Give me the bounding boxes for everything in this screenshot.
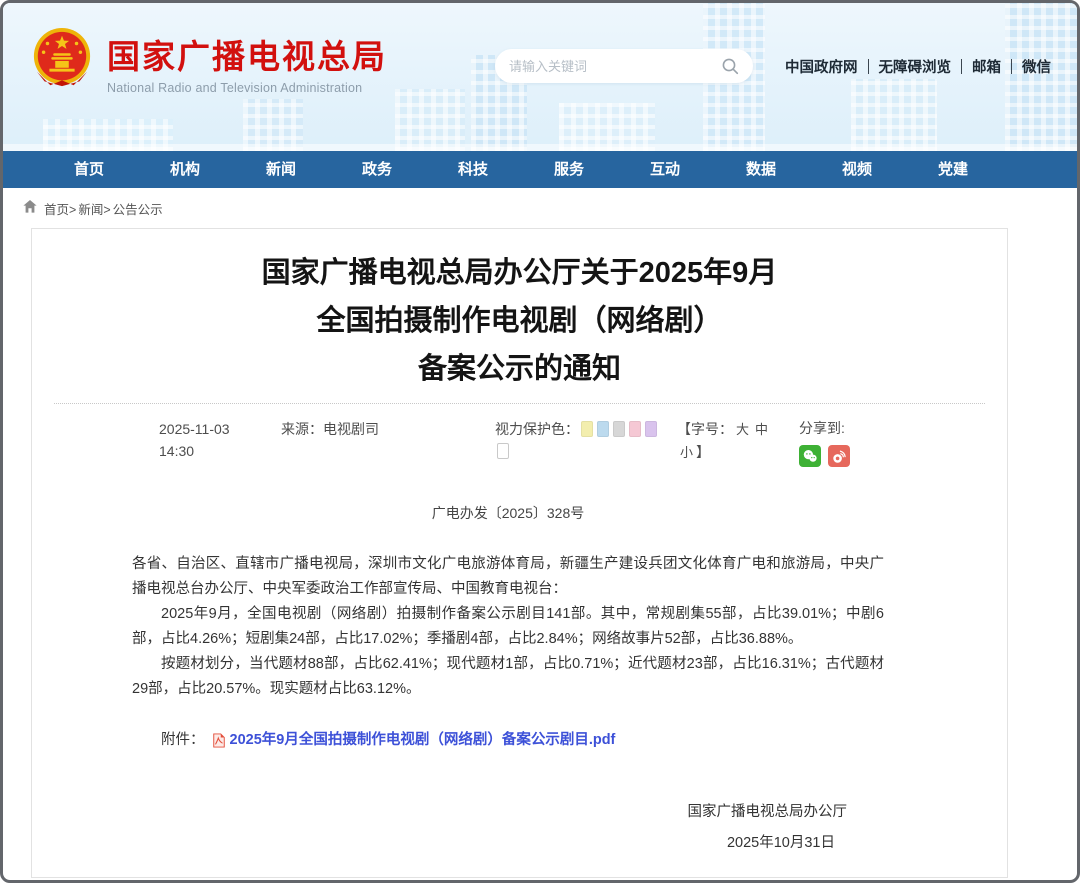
nav-item-2[interactable]: 机构 bbox=[137, 151, 233, 188]
breadcrumb-item-3: 公告公示 bbox=[113, 203, 163, 217]
search-box[interactable] bbox=[495, 49, 753, 83]
font-size-option-2[interactable]: 中 bbox=[755, 422, 768, 437]
eye-color-swatch-3[interactable] bbox=[613, 421, 625, 437]
publish-date: 2025-11-03 14:30 bbox=[159, 418, 231, 467]
pdf-icon bbox=[212, 733, 226, 748]
signature-date: 2025年10月31日 bbox=[132, 828, 847, 859]
nav-item-6[interactable]: 服务 bbox=[521, 151, 617, 188]
attachment-link[interactable]: 2025年9月全国拍摄制作电视剧（网络剧）备案公示剧目.pdf bbox=[230, 728, 616, 753]
breadcrumb-items: 首页>新闻>公告公示 bbox=[44, 199, 165, 218]
national-emblem-logo bbox=[31, 27, 93, 98]
article-title-line-1: 国家广播电视总局办公厅关于2025年9月 bbox=[72, 249, 967, 297]
article-paragraph-3: 按题材划分，当代题材88部，占比62.41%；现代题材1部，占比0.71%；近代… bbox=[132, 652, 884, 702]
eye-color-swatch-5[interactable] bbox=[645, 421, 657, 437]
top-link-3[interactable]: 邮箱 bbox=[972, 56, 1001, 77]
search-icon[interactable] bbox=[721, 57, 739, 75]
article-title-line-2: 全国拍摄制作电视剧（网络剧） bbox=[72, 297, 967, 345]
home-icon[interactable] bbox=[23, 200, 37, 216]
document-number: 广电办发〔2025〕328号 bbox=[132, 501, 884, 526]
main-nav: 首页机构新闻政务科技服务互动数据视频党建 bbox=[3, 151, 1077, 188]
site-brand[interactable]: 国家广播电视总局 National Radio and Television A… bbox=[31, 27, 387, 98]
nav-item-7[interactable]: 互动 bbox=[617, 151, 713, 188]
article-card: 国家广播电视总局办公厅关于2025年9月全国拍摄制作电视剧（网络剧）备案公示的通… bbox=[31, 228, 1008, 878]
browser-frame: 国家广播电视总局 National Radio and Television A… bbox=[0, 0, 1080, 883]
site-header: 国家广播电视总局 National Radio and Television A… bbox=[3, 3, 1077, 151]
font-size-option-1[interactable]: 大 bbox=[736, 422, 749, 437]
site-title: 国家广播电视总局 bbox=[107, 30, 387, 78]
attachment-label: 附件： bbox=[161, 728, 205, 753]
eye-color-swatch-2[interactable] bbox=[597, 421, 609, 437]
nav-item-1[interactable]: 首页 bbox=[41, 151, 137, 188]
article-title: 国家广播电视总局办公厅关于2025年9月全国拍摄制作电视剧（网络剧）备案公示的通… bbox=[72, 249, 967, 393]
divider bbox=[1011, 59, 1012, 74]
eye-color-swatch-4[interactable] bbox=[629, 421, 641, 437]
signature-org: 国家广播电视总局办公厅 bbox=[132, 797, 847, 828]
divider bbox=[868, 59, 869, 74]
eye-protection-label: 视力保护色： bbox=[495, 421, 579, 437]
breadcrumb: 首页>新闻>公告公示 bbox=[3, 188, 1077, 228]
breadcrumb-item-1[interactable]: 首页> bbox=[44, 203, 76, 217]
nav-item-8[interactable]: 数据 bbox=[713, 151, 809, 188]
header-decoration bbox=[3, 144, 1077, 151]
top-link-2[interactable]: 无障碍浏览 bbox=[879, 56, 952, 77]
eye-color-swatch-6[interactable] bbox=[497, 443, 509, 459]
nav-item-3[interactable]: 新闻 bbox=[233, 151, 329, 188]
search-input[interactable] bbox=[509, 59, 721, 74]
article-paragraph-2: 2025年9月，全国电视剧（网络剧）拍摄制作备案公示剧目141部。其中，常规剧集… bbox=[132, 602, 884, 652]
header-decoration bbox=[851, 79, 937, 151]
nav-item-10[interactable]: 党建 bbox=[905, 151, 1001, 188]
divider bbox=[961, 59, 962, 74]
article-body: 广电办发〔2025〕328号 各省、自治区、直辖市广播电视局，深圳市文化广电旅游… bbox=[32, 501, 1007, 859]
top-links: 中国政府网无障碍浏览邮箱微信 bbox=[785, 56, 1051, 77]
top-link-4[interactable]: 微信 bbox=[1022, 56, 1051, 77]
share-control: 分享到: bbox=[799, 418, 850, 467]
article-paragraph-1: 各省、自治区、直辖市广播电视局，深圳市文化广电旅游体育局，新疆生产建设兵团文化体… bbox=[132, 552, 884, 602]
header-decoration bbox=[1005, 3, 1077, 151]
header-decoration bbox=[395, 89, 465, 151]
top-link-1[interactable]: 中国政府网 bbox=[785, 56, 858, 77]
nav-item-5[interactable]: 科技 bbox=[425, 151, 521, 188]
article-meta: 2025-11-03 14:30 来源：电视剧司 视力保护色： 【字号：大中小】… bbox=[32, 404, 1007, 467]
font-size-option-3[interactable]: 小 bbox=[680, 445, 693, 460]
brand-text: 国家广播电视总局 National Radio and Television A… bbox=[107, 30, 387, 95]
article-title-line-3: 备案公示的通知 bbox=[72, 345, 967, 393]
font-size-prefix: 【字号： bbox=[677, 421, 733, 437]
eye-protection-control: 视力保护色： bbox=[495, 418, 667, 467]
breadcrumb-item-2[interactable]: 新闻> bbox=[78, 203, 110, 217]
article-source: 来源：电视剧司 bbox=[281, 418, 433, 467]
site-subtitle: National Radio and Television Administra… bbox=[107, 81, 387, 95]
nav-item-9[interactable]: 视频 bbox=[809, 151, 905, 188]
eye-color-swatch-1[interactable] bbox=[581, 421, 593, 437]
font-size-suffix: 】 bbox=[696, 444, 710, 460]
font-size-control: 【字号：大中小】 bbox=[677, 418, 793, 467]
weibo-share-icon[interactable] bbox=[828, 445, 850, 467]
signature-block: 国家广播电视总局办公厅 2025年10月31日 bbox=[132, 797, 884, 859]
wechat-share-icon[interactable] bbox=[799, 445, 821, 467]
share-label: 分享到: bbox=[799, 418, 850, 438]
attachment-row: 附件： 2025年9月全国拍摄制作电视剧（网络剧）备案公示剧目.pdf bbox=[132, 728, 884, 753]
share-icons bbox=[799, 445, 850, 467]
nav-item-4[interactable]: 政务 bbox=[329, 151, 425, 188]
